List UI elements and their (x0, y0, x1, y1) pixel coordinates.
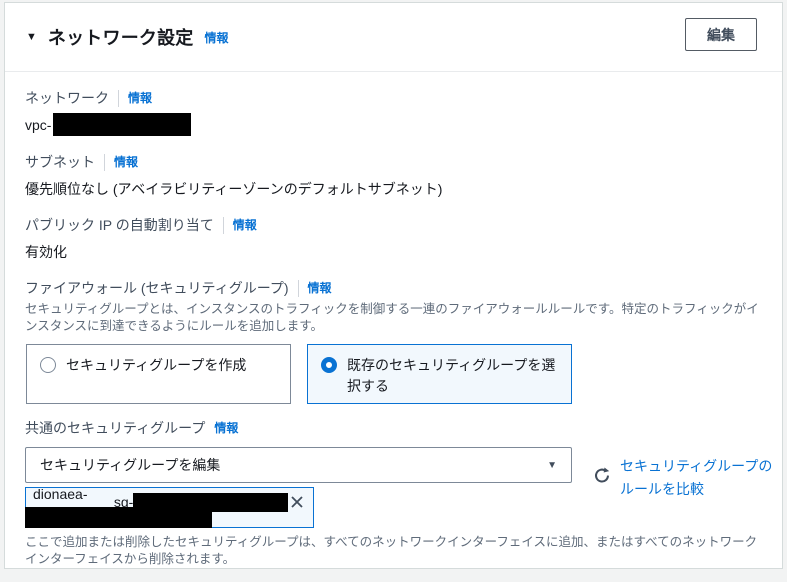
token-dismiss-button[interactable] (288, 494, 306, 510)
section-info-link[interactable]: 情報 (205, 29, 229, 46)
network-field: ネットワーク 情報 vpc- (25, 89, 762, 137)
compare-security-group-rules-link[interactable]: セキュリティグループのルールを比較 (620, 455, 782, 501)
common-security-groups-header: 共通のセキュリティグループ 情報 (25, 419, 762, 438)
firewall-description: セキュリティグループとは、インスタンスのトラフィックを制御する一連のファイアウォ… (25, 302, 759, 334)
refresh-button[interactable] (593, 466, 611, 484)
radio-selected-icon (321, 357, 337, 374)
firewall-field: ファイアウォール (セキュリティグループ) 情報 セキュリティグループとは、イン… (25, 279, 762, 335)
section-header: ▼ ネットワーク設定 情報 編集 (5, 3, 782, 72)
section-body: ネットワーク 情報 vpc- サブネット 情報 優先順位なし (アベイラビリティ… (5, 72, 782, 568)
label-divider (104, 154, 105, 172)
security-group-choice-row: セキュリティグループを作成 既存のセキュリティグループを選択する (26, 344, 762, 405)
compare-rules-group: セキュリティグループのルールを比較 (593, 447, 782, 501)
token-description-redaction (25, 507, 212, 529)
label-divider (222, 217, 224, 235)
firewall-info-link[interactable]: 情報 (308, 279, 332, 298)
auto-assign-public-ip-label: パブリック IP の自動割り当て (25, 217, 214, 234)
security-group-token: dionaea-sg sg- (25, 486, 314, 529)
select-existing-security-group-label: 既存のセキュリティグループを選択する (347, 357, 556, 395)
vpc-id-prefix: vpc- (25, 117, 52, 133)
create-security-group-option[interactable]: セキュリティグループを作成 (26, 344, 291, 405)
chevron-down-icon: ▼ (547, 459, 557, 471)
edit-button[interactable]: 編集 (685, 18, 757, 51)
auto-assign-public-ip-value: 有効化 (25, 244, 67, 261)
security-group-dropdown-value: セキュリティグループを編集 (40, 457, 221, 474)
security-group-selector-column: セキュリティグループを編集 ▼ dionaea-sg sg- (25, 447, 572, 529)
auto-assign-public-ip-info-link[interactable]: 情報 (233, 216, 257, 235)
vpc-id-redaction (53, 113, 192, 137)
subnet-value: 優先順位なし (アベイラビリティーゾーンのデフォルトサブネット) (25, 181, 443, 198)
collapse-caret-icon[interactable]: ▼ (26, 31, 37, 43)
subnet-info-link[interactable]: 情報 (114, 153, 138, 172)
network-info-link[interactable]: 情報 (128, 89, 152, 108)
select-existing-security-group-option[interactable]: 既存のセキュリティグループを選択する (307, 344, 572, 405)
close-icon (291, 496, 303, 508)
network-label: ネットワーク (25, 90, 109, 106)
create-security-group-label: セキュリティグループを作成 (66, 357, 247, 374)
radio-unselected-icon (40, 357, 56, 374)
label-divider (297, 280, 299, 298)
common-security-groups-info-link[interactable]: 情報 (214, 419, 238, 438)
network-value: vpc- (25, 113, 762, 137)
refresh-icon (595, 467, 610, 483)
common-security-groups-label: 共通のセキュリティグループ (25, 420, 206, 437)
security-group-dropdown[interactable]: セキュリティグループを編集 ▼ (25, 447, 572, 484)
label-divider (118, 90, 119, 107)
security-group-footnote: ここで追加または削除したセキュリティグループは、すべてのネットワークインターフェ… (25, 535, 758, 567)
auto-assign-public-ip-field: パブリック IP の自動割り当て 情報 有効化 (25, 216, 762, 262)
subnet-field: サブネット 情報 優先順位なし (アベイラビリティーゾーンのデフォルトサブネット… (25, 153, 762, 199)
security-group-selector-row: セキュリティグループを編集 ▼ dionaea-sg sg- (25, 447, 772, 529)
subnet-label: サブネット (25, 154, 95, 171)
section-title: ネットワーク設定 (47, 28, 194, 48)
firewall-label: ファイアウォール (セキュリティグループ) (25, 280, 289, 297)
network-settings-panel: ▼ ネットワーク設定 情報 編集 ネットワーク 情報 vpc- サブネット 情報… (4, 2, 783, 569)
